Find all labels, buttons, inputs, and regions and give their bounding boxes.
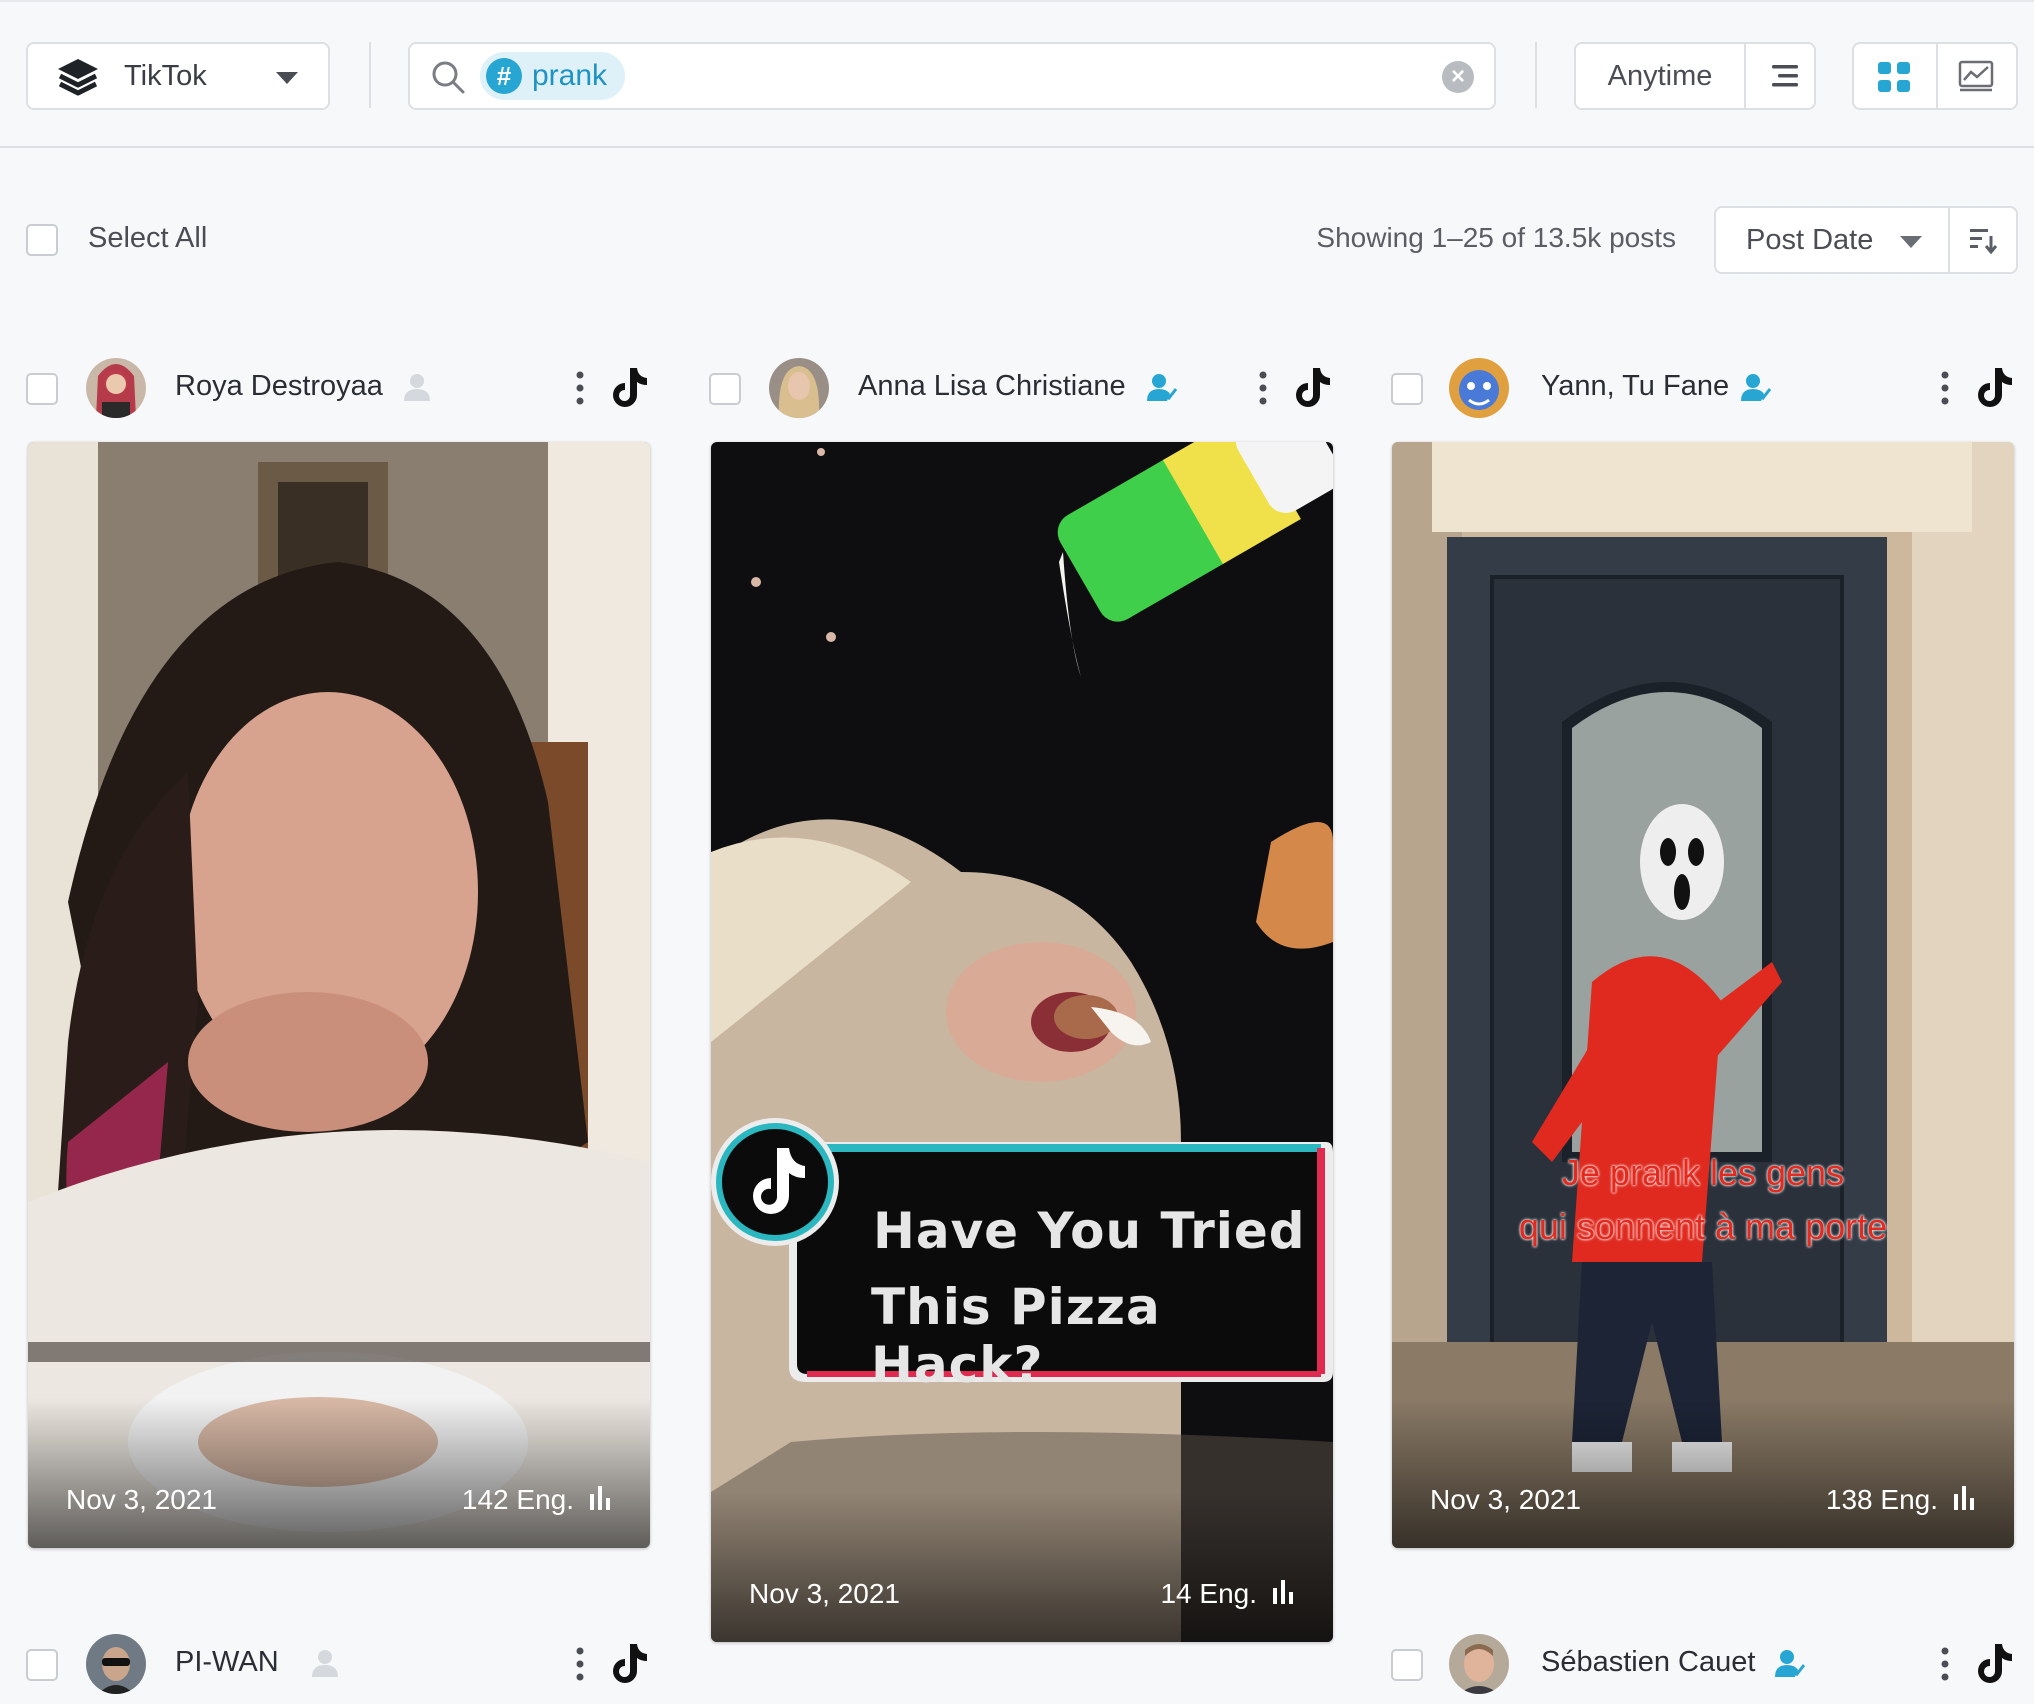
post-date: Nov 3, 2021	[749, 1578, 900, 1609]
user-icon	[404, 374, 430, 401]
engagement-chart-icon	[590, 1486, 610, 1510]
overlay-line-1: Have You Tried	[873, 1202, 1306, 1260]
avatar[interactable]	[1449, 358, 1509, 418]
verified-user-icon	[1741, 374, 1771, 401]
post-header: Anna Lisa Christiane	[683, 356, 1343, 422]
post-date: Nov 3, 2021	[1430, 1484, 1581, 1515]
sort-dropdown[interactable]: Post Date	[1714, 206, 2018, 274]
overlay-line-2: qui sonnent à ma porte	[1518, 1206, 1888, 1247]
post-header: Sébastien Cauet	[1365, 1632, 2034, 1698]
engagement-chart-icon	[1273, 1580, 1293, 1604]
tiktok-icon	[1296, 368, 1330, 407]
post-engagement: 138 Eng.	[1825, 1484, 1938, 1515]
post-date: Nov 3, 2021	[66, 1484, 217, 1515]
overlay-line-2: This Pizza Hack?	[871, 1278, 1161, 1394]
post-engagement: 14 Eng.	[1160, 1578, 1257, 1609]
platform-label: TikTok	[124, 60, 207, 92]
chevron-down-icon	[1900, 236, 1922, 248]
top-toolbar: TikTok # prank × Anytime	[0, 0, 2034, 148]
more-options-icon[interactable]	[575, 1646, 585, 1682]
post-author[interactable]: Sébastien Cauet	[1541, 1646, 1755, 1679]
post-author[interactable]: Anna Lisa Christiane	[858, 370, 1126, 403]
divider	[1535, 42, 1537, 108]
sort-order-icon[interactable]	[1968, 226, 1998, 254]
post-header: PI-WAN	[0, 1632, 660, 1698]
post-card[interactable]: Have You Tried This Pizza Hack? Nov 3, 2…	[711, 442, 1333, 1642]
select-all-checkbox[interactable]	[26, 224, 58, 256]
more-options-icon[interactable]	[1940, 370, 1950, 406]
post-engagement: 142 Eng.	[461, 1484, 574, 1515]
tiktok-icon	[1978, 1644, 2012, 1683]
more-options-icon[interactable]	[1940, 1646, 1950, 1682]
post-checkbox[interactable]	[26, 373, 58, 405]
more-options-icon[interactable]	[575, 370, 585, 406]
avatar[interactable]	[769, 358, 829, 418]
analytics-view-icon[interactable]	[1958, 60, 1994, 92]
avatar[interactable]	[86, 358, 146, 418]
layers-icon	[58, 59, 98, 96]
post-checkbox[interactable]	[26, 1649, 58, 1681]
more-options-icon[interactable]	[1258, 370, 1268, 406]
platform-dropdown[interactable]: TikTok	[26, 42, 330, 110]
search-input[interactable]: # prank ×	[408, 42, 1496, 110]
post-author[interactable]: Roya Destroyaa	[175, 370, 383, 403]
select-all-label: Select All	[88, 222, 208, 254]
time-filter-label: Anytime	[1607, 60, 1713, 92]
chevron-down-icon	[276, 72, 298, 84]
engagement-chart-icon	[1954, 1486, 1974, 1510]
post-author[interactable]: PI-WAN	[175, 1646, 279, 1679]
post-thumbnail	[1392, 442, 2014, 1548]
verified-user-icon	[1147, 374, 1177, 401]
hashtag-icon: #	[486, 58, 522, 94]
verified-user-icon	[1775, 1650, 1805, 1677]
grid-view-icon[interactable]	[1876, 60, 1912, 94]
post-header: Roya Destroyaa	[0, 356, 660, 422]
user-icon	[312, 1650, 338, 1677]
hashtag-chip-label: prank	[532, 59, 608, 92]
search-icon	[432, 61, 465, 94]
tiktok-icon	[1978, 368, 2012, 407]
avatar[interactable]	[1449, 1634, 1509, 1694]
sort-label: Post Date	[1746, 224, 1874, 256]
post-checkbox[interactable]	[709, 373, 741, 405]
divider	[369, 42, 371, 108]
filter-icon[interactable]	[1770, 62, 1800, 90]
tiktok-icon	[613, 1644, 647, 1683]
post-thumbnail	[711, 442, 1333, 1642]
post-author[interactable]: Yann, Tu Fane	[1541, 370, 1729, 403]
view-toggle	[1852, 42, 2018, 110]
post-header: Yann, Tu Fane	[1365, 356, 2034, 422]
hashtag-chip[interactable]: # prank	[480, 52, 626, 100]
post-thumbnail	[28, 442, 650, 1548]
post-checkbox[interactable]	[1391, 1649, 1423, 1681]
post-checkbox[interactable]	[1391, 373, 1423, 405]
tiktok-icon	[613, 368, 647, 407]
avatar[interactable]	[86, 1634, 146, 1694]
post-card[interactable]: Je prank les gens qui sonnent à ma porte…	[1392, 442, 2014, 1548]
overlay-line-1: Je prank les gens	[1561, 1152, 1845, 1193]
results-count: Showing 1–25 of 13.5k posts	[1316, 222, 1676, 253]
clear-search-icon[interactable]: ×	[1442, 61, 1474, 93]
post-card[interactable]: Nov 3, 2021 142 Eng.	[28, 442, 650, 1548]
time-filter-dropdown[interactable]: Anytime	[1574, 42, 1816, 110]
